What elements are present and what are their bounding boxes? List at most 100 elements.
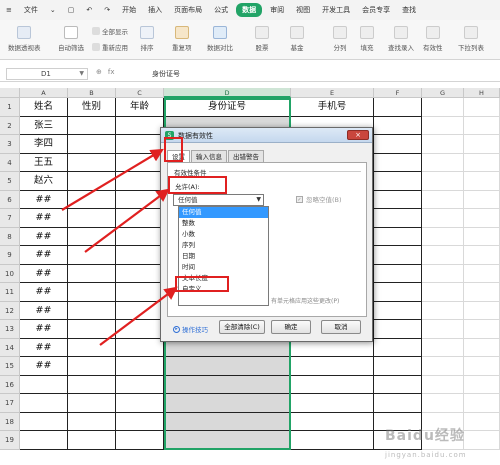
cell-a15[interactable]: ##: [20, 357, 68, 376]
row-header-18[interactable]: 18: [0, 412, 20, 431]
validity-button[interactable]: 有效性: [423, 26, 443, 52]
cell-h1[interactable]: [464, 98, 500, 117]
row-header-14[interactable]: 14: [0, 338, 20, 357]
cell-e15[interactable]: [291, 357, 374, 376]
cell-c16[interactable]: [116, 375, 164, 394]
quick-save-icon[interactable]: ▢: [62, 0, 81, 20]
show-all-button[interactable]: 全部显示: [92, 26, 128, 36]
col-header-e[interactable]: E: [291, 88, 374, 98]
zoom-icon[interactable]: ⊕: [96, 68, 102, 76]
compare-button[interactable]: 数据对比: [207, 26, 233, 52]
cell-f8[interactable]: [374, 227, 422, 246]
cell-f2[interactable]: [374, 116, 422, 135]
cell-d17[interactable]: [164, 394, 291, 413]
cell-b18[interactable]: [68, 412, 116, 431]
formula-content[interactable]: 身份证号: [152, 68, 180, 80]
cell-h14[interactable]: [464, 338, 500, 357]
cell-h6[interactable]: [464, 190, 500, 209]
cell-g16[interactable]: [422, 375, 464, 394]
cell-a18[interactable]: [20, 412, 68, 431]
cell-a12[interactable]: ##: [20, 301, 68, 320]
cell-g6[interactable]: [422, 190, 464, 209]
stock-button[interactable]: 股票: [255, 26, 269, 52]
cell-a8[interactable]: ##: [20, 227, 68, 246]
option-integer[interactable]: 整数: [179, 218, 268, 229]
menu-tab-review[interactable]: 审阅: [264, 0, 290, 20]
cell-a7[interactable]: ##: [20, 209, 68, 228]
cell-f10[interactable]: [374, 264, 422, 283]
option-date[interactable]: 日期: [179, 251, 268, 262]
cell-f15[interactable]: [374, 357, 422, 376]
menu-tab-data[interactable]: 数据: [236, 3, 263, 17]
col-header-d[interactable]: D: [164, 88, 291, 98]
cell-c8[interactable]: [116, 227, 164, 246]
cell-b5[interactable]: [68, 172, 116, 191]
cell-f12[interactable]: [374, 301, 422, 320]
cell-g12[interactable]: [422, 301, 464, 320]
option-list[interactable]: 序列: [179, 240, 268, 251]
cell-a4[interactable]: 王五: [20, 153, 68, 172]
cell-c17[interactable]: [116, 394, 164, 413]
cell-c14[interactable]: [116, 338, 164, 357]
col-header-c[interactable]: C: [116, 88, 164, 98]
cell-a2[interactable]: 张三: [20, 116, 68, 135]
cell-f17[interactable]: [374, 394, 422, 413]
row-header-7[interactable]: 7: [0, 209, 20, 228]
autofilter-button[interactable]: 自动筛选: [58, 26, 84, 52]
fx-icon[interactable]: fx: [108, 68, 115, 76]
sort-button[interactable]: 排序: [140, 26, 154, 52]
row-header-9[interactable]: 9: [0, 246, 20, 265]
menu-tab-view[interactable]: 视图: [290, 0, 316, 20]
menu-tab-member[interactable]: 会员专享: [356, 0, 396, 20]
menu-icon[interactable]: ≡: [0, 0, 18, 20]
cell-c11[interactable]: [116, 283, 164, 302]
duplicates-button[interactable]: 重复项: [172, 26, 192, 52]
cell-b6[interactable]: [68, 190, 116, 209]
row-header-6[interactable]: 6: [0, 190, 20, 209]
cell-h15[interactable]: [464, 357, 500, 376]
cell-a11[interactable]: ##: [20, 283, 68, 302]
cell-c7[interactable]: [116, 209, 164, 228]
cell-c13[interactable]: [116, 320, 164, 339]
cell-f5[interactable]: [374, 172, 422, 191]
row-header-11[interactable]: 11: [0, 283, 20, 302]
cell-b10[interactable]: [68, 264, 116, 283]
row-header-3[interactable]: 3: [0, 135, 20, 154]
cell-e1[interactable]: 手机号: [291, 98, 374, 117]
cell-h9[interactable]: [464, 246, 500, 265]
option-text-length[interactable]: 文本长度: [179, 273, 268, 284]
cell-a17[interactable]: [20, 394, 68, 413]
allow-dropdown-list[interactable]: 任何值 整数 小数 序列 日期 时间 文本长度 自定义: [178, 206, 269, 306]
ignore-blank-checkbox[interactable]: ✓ 忽略空值(B): [296, 194, 342, 204]
cell-b7[interactable]: [68, 209, 116, 228]
cell-h16[interactable]: [464, 375, 500, 394]
cell-f7[interactable]: [374, 209, 422, 228]
row-header-1[interactable]: 1: [0, 98, 20, 117]
menu-tab-formulas[interactable]: 公式: [208, 0, 234, 20]
col-header-b[interactable]: B: [68, 88, 116, 98]
row-header-19[interactable]: 19: [0, 431, 20, 450]
cell-a5[interactable]: 赵六: [20, 172, 68, 191]
tips-link[interactable]: ▸ 操作技巧: [173, 324, 208, 334]
cell-e19[interactable]: [291, 431, 374, 450]
cell-f14[interactable]: [374, 338, 422, 357]
cell-b11[interactable]: [68, 283, 116, 302]
cell-c9[interactable]: [116, 246, 164, 265]
fund-button[interactable]: 基金: [290, 26, 304, 52]
cell-g8[interactable]: [422, 227, 464, 246]
cell-b15[interactable]: [68, 357, 116, 376]
cell-g11[interactable]: [422, 283, 464, 302]
cell-h18[interactable]: [464, 412, 500, 431]
row-header-4[interactable]: 4: [0, 153, 20, 172]
col-header-a[interactable]: A: [20, 88, 68, 98]
quick-redo-icon[interactable]: ↷: [98, 0, 116, 20]
row-header-16[interactable]: 16: [0, 375, 20, 394]
cell-b4[interactable]: [68, 153, 116, 172]
option-time[interactable]: 时间: [179, 262, 268, 273]
cell-b2[interactable]: [68, 116, 116, 135]
cell-g14[interactable]: [422, 338, 464, 357]
close-button[interactable]: ×: [347, 130, 369, 140]
row-header-8[interactable]: 8: [0, 227, 20, 246]
cell-h10[interactable]: [464, 264, 500, 283]
cell-d16[interactable]: [164, 375, 291, 394]
